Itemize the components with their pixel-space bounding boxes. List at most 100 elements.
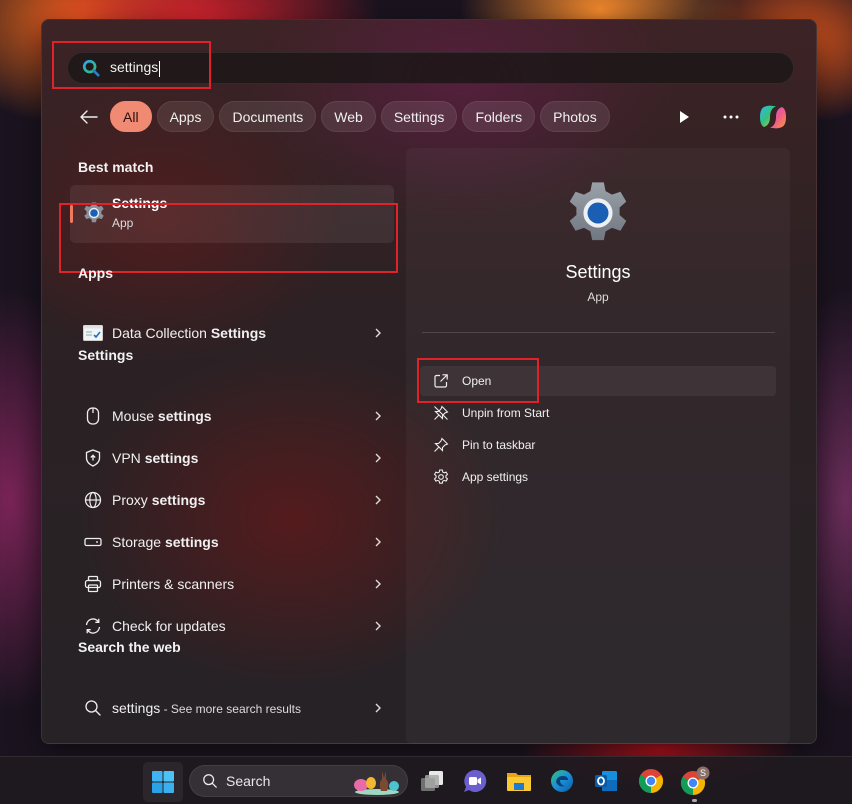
taskbar-chrome[interactable] — [635, 765, 667, 797]
settings-heading: Settings — [78, 347, 134, 363]
open-external-icon — [432, 372, 450, 390]
checklist-window-icon — [82, 322, 104, 344]
result-label: Check for updates — [112, 618, 226, 634]
details-pane: Settings App Open Unpin from Start Pin t… — [406, 148, 790, 744]
search-web-heading: Search the web — [78, 639, 181, 655]
result-label: Data Collection — [112, 325, 211, 341]
sync-arrows-icon — [82, 615, 104, 637]
result-data-collection-settings[interactable]: Data Collection Settings — [70, 315, 394, 351]
filter-bar: All Apps Documents Web Settings Folders … — [74, 101, 615, 132]
chrome-icon — [638, 769, 664, 793]
pin-icon — [432, 436, 450, 454]
settings-gear-icon — [569, 182, 627, 241]
copilot-button[interactable] — [758, 103, 788, 131]
result-vpn-settings[interactable]: VPN settings — [70, 440, 394, 476]
start-search-input[interactable]: settings — [67, 52, 794, 84]
more-dots-icon — [723, 115, 739, 119]
best-match-subtitle: App — [112, 216, 134, 230]
details-subtitle: App — [587, 290, 609, 304]
running-indicator — [692, 799, 697, 802]
gear-icon — [432, 468, 450, 486]
taskbar: Search S — [0, 756, 852, 804]
filter-chip-settings[interactable]: Settings — [380, 101, 458, 132]
search-icon — [82, 59, 100, 77]
chevron-right-icon — [375, 328, 381, 338]
text-caret — [159, 60, 161, 77]
result-printers-scanners[interactable]: Printers & scanners — [70, 566, 394, 602]
filter-chip-folders[interactable]: Folders — [462, 101, 536, 132]
result-label: Mouse — [112, 408, 158, 424]
task-view-icon — [421, 771, 443, 791]
chevron-right-icon — [375, 411, 381, 421]
best-match-settings-app[interactable]: Settings App — [70, 185, 394, 243]
copilot-icon — [760, 105, 786, 129]
printer-icon — [82, 573, 104, 595]
storage-drive-icon — [82, 531, 104, 553]
settings-gear-icon — [84, 202, 104, 223]
play-button[interactable] — [669, 103, 699, 131]
result-label-match: settings — [144, 450, 199, 466]
action-pin-to-taskbar[interactable]: Pin to taskbar — [420, 430, 776, 460]
chevron-right-icon — [375, 453, 381, 463]
video-chat-icon — [464, 769, 487, 792]
chevron-right-icon — [375, 537, 381, 547]
search-icon — [203, 774, 217, 788]
divider — [422, 332, 775, 333]
back-button[interactable] — [74, 102, 104, 132]
result-mouse-settings[interactable]: Mouse settings — [70, 398, 394, 434]
result-proxy-settings[interactable]: Proxy settings — [70, 482, 394, 518]
taskbar-file-explorer[interactable] — [503, 765, 535, 797]
taskbar-edge[interactable] — [546, 765, 578, 797]
start-menu: settings All Apps Documents Web Settings… — [41, 19, 817, 744]
details-title: Settings — [565, 262, 631, 282]
taskbar-chrome-profile[interactable]: S — [679, 765, 711, 802]
result-web-search[interactable]: settings - See more search results — [70, 690, 394, 726]
result-label: Printers & scanners — [112, 576, 235, 592]
mouse-icon — [82, 405, 104, 427]
web-more-results-text: - See more search results — [160, 702, 301, 716]
web-query-text: settings — [112, 700, 161, 716]
best-match-title: Settings — [112, 195, 168, 211]
taskbar-task-view[interactable] — [416, 765, 448, 797]
result-label-match: settings — [151, 492, 206, 508]
windows-logo-icon — [152, 771, 174, 793]
unpin-icon — [432, 404, 450, 422]
filter-chip-photos[interactable]: Photos — [540, 101, 610, 132]
start-button[interactable] — [143, 762, 183, 802]
selection-accent — [70, 205, 73, 223]
action-unpin-from-start[interactable]: Unpin from Start — [420, 398, 776, 428]
action-app-settings[interactable]: App settings — [420, 462, 776, 492]
globe-icon — [82, 489, 104, 511]
chevron-right-icon — [375, 621, 381, 631]
more-options-button[interactable] — [716, 103, 746, 131]
action-label: Open — [462, 374, 492, 388]
profile-badge: S — [700, 768, 707, 778]
filter-chip-documents[interactable]: Documents — [219, 101, 317, 132]
chevron-right-icon — [375, 703, 381, 713]
action-label: App settings — [462, 470, 529, 484]
vpn-shield-icon — [82, 447, 104, 469]
chevron-right-icon — [375, 579, 381, 589]
action-label: Unpin from Start — [462, 406, 550, 420]
arrow-left-icon — [80, 109, 98, 124]
result-label: VPN — [112, 450, 145, 466]
result-label: Storage — [112, 534, 165, 550]
result-label: Proxy — [112, 492, 152, 508]
filter-chip-apps[interactable]: Apps — [156, 101, 215, 132]
filter-chip-all[interactable]: All — [110, 101, 152, 132]
search-query-text: settings — [110, 59, 159, 76]
top-actions — [652, 103, 788, 131]
result-storage-settings[interactable]: Storage settings — [70, 524, 394, 560]
action-label: Pin to taskbar — [462, 438, 536, 452]
outlook-icon — [595, 771, 617, 791]
taskbar-meet[interactable] — [459, 765, 491, 797]
taskbar-search[interactable]: Search — [189, 765, 408, 797]
taskbar-search-label: Search — [226, 773, 271, 789]
folder-icon — [507, 773, 531, 791]
edge-icon — [551, 770, 573, 792]
play-icon — [680, 111, 689, 123]
action-open[interactable]: Open — [420, 366, 776, 396]
easter-decoration-icon — [354, 771, 399, 795]
taskbar-outlook[interactable] — [590, 765, 622, 797]
filter-chip-web[interactable]: Web — [321, 101, 376, 132]
